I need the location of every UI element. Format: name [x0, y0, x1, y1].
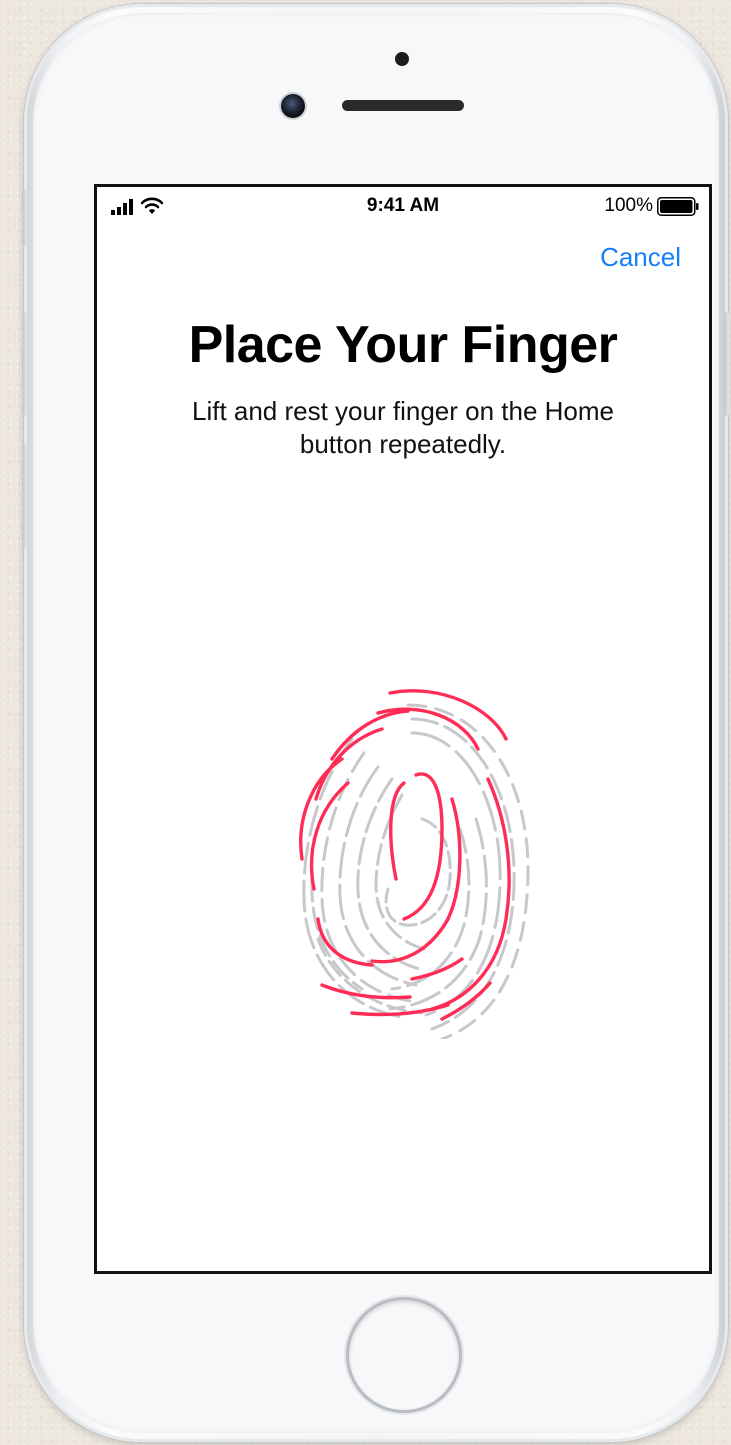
power-button: [724, 312, 729, 416]
touch-id-fingerprint-icon: [299, 689, 530, 1039]
earpiece-speaker: [342, 100, 464, 111]
instruction-text: Lift and rest your finger on the Home bu…: [191, 396, 614, 459]
battery-icon: [657, 197, 699, 216]
iphone-device-frame: 9:41 AM 100% Cancel Place Your Finger Li…: [24, 4, 728, 1442]
page-title: Place Your Finger: [188, 316, 618, 374]
volume-up-button: [22, 312, 27, 416]
proximity-sensor: [395, 52, 409, 66]
cancel-button[interactable]: Cancel: [600, 242, 681, 273]
battery-percentage: 100%: [604, 195, 653, 216]
status-bar: 9:41 AM 100%: [97, 187, 709, 227]
home-button[interactable]: [349, 1300, 459, 1410]
mute-switch: [22, 190, 27, 246]
front-camera: [281, 94, 305, 118]
volume-down-button: [22, 444, 27, 548]
phone-screen: 9:41 AM 100% Cancel Place Your Finger Li…: [94, 184, 712, 1274]
